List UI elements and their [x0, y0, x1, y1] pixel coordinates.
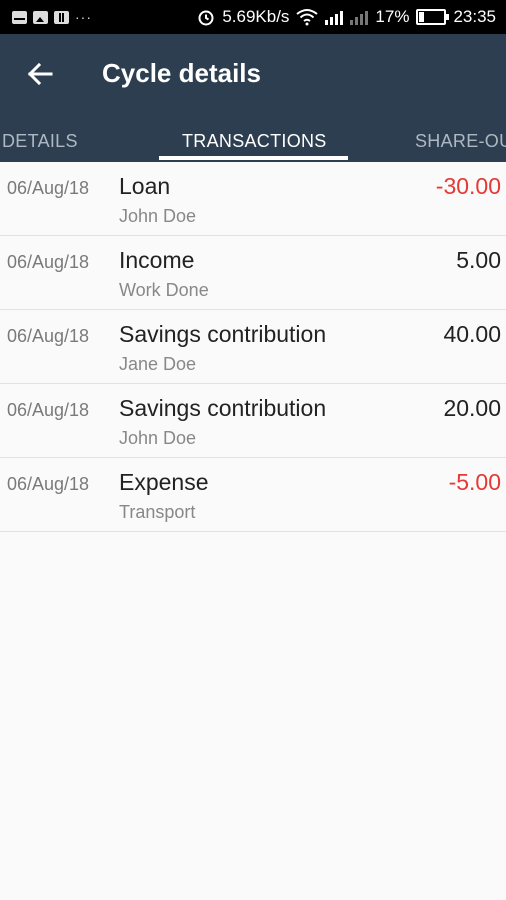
transaction-title: Expense [119, 469, 209, 495]
status-bar: ··· 5.69Kb/s 17% 23:35 [0, 0, 506, 34]
tab-share-out[interactable]: SHARE-OU [415, 120, 506, 162]
transaction-date: 06/Aug/18 [7, 326, 90, 346]
transaction-date: 06/Aug/18 [7, 400, 90, 420]
transaction-amount: -30.00 [435, 173, 501, 199]
notification-area: ··· [0, 9, 92, 25]
transaction-title: Savings contribution [119, 321, 327, 347]
transaction-row[interactable]: 06/Aug/18 Savings contribution Jane Doe … [0, 310, 506, 384]
transaction-title: Savings contribution [119, 395, 327, 421]
transaction-title: Loan [119, 173, 171, 199]
transaction-amount: 5.00 [456, 247, 501, 273]
transaction-subtitle: Work Done [119, 280, 209, 300]
transaction-subtitle: John Doe [119, 206, 197, 226]
more-notifications: ··· [75, 9, 92, 25]
alarm-icon [198, 10, 214, 26]
tab-details[interactable]: DETAILS [2, 120, 78, 162]
transaction-amount: 40.00 [443, 321, 501, 347]
signal-strength-icon [325, 9, 344, 25]
battery-icon [416, 9, 450, 25]
mail-icon [12, 10, 27, 24]
signal-strength-secondary-icon [350, 9, 369, 25]
arrow-left-icon [27, 62, 53, 86]
app-bar: Cycle details DETAILS TRANSACTIONS SHARE… [0, 34, 506, 162]
transaction-date: 06/Aug/18 [7, 474, 90, 494]
transaction-amount: -5.00 [448, 469, 501, 495]
transaction-date: 06/Aug/18 [7, 252, 90, 272]
document-icon [54, 10, 69, 24]
transaction-row[interactable]: 06/Aug/18 Income Work Done 5.00 [0, 236, 506, 310]
transaction-amount: 20.00 [443, 395, 501, 421]
transaction-subtitle: John Doe [119, 428, 197, 448]
battery-percent: 17% [375, 7, 410, 26]
active-tab-indicator [159, 156, 348, 160]
transactions-list: 06/Aug/18 Loan John Doe -30.00 06/Aug/18… [0, 162, 506, 532]
image-icon [33, 10, 48, 24]
transaction-row[interactable]: 06/Aug/18 Savings contribution John Doe … [0, 384, 506, 458]
transaction-row[interactable]: 06/Aug/18 Loan John Doe -30.00 [0, 162, 506, 236]
transaction-title: Income [119, 247, 195, 273]
network-speed: 5.69Kb/s [222, 7, 290, 26]
transaction-subtitle: Transport [119, 502, 196, 522]
transaction-row[interactable]: 06/Aug/18 Expense Transport -5.00 [0, 458, 506, 532]
system-indicators: 5.69Kb/s 17% 23:35 [197, 7, 506, 27]
transaction-date: 06/Aug/18 [7, 178, 90, 198]
transaction-subtitle: Jane Doe [119, 354, 197, 374]
clock: 23:35 [453, 7, 496, 26]
wifi-icon [296, 9, 319, 26]
page-title: Cycle details [102, 58, 261, 88]
back-button[interactable] [22, 56, 58, 92]
